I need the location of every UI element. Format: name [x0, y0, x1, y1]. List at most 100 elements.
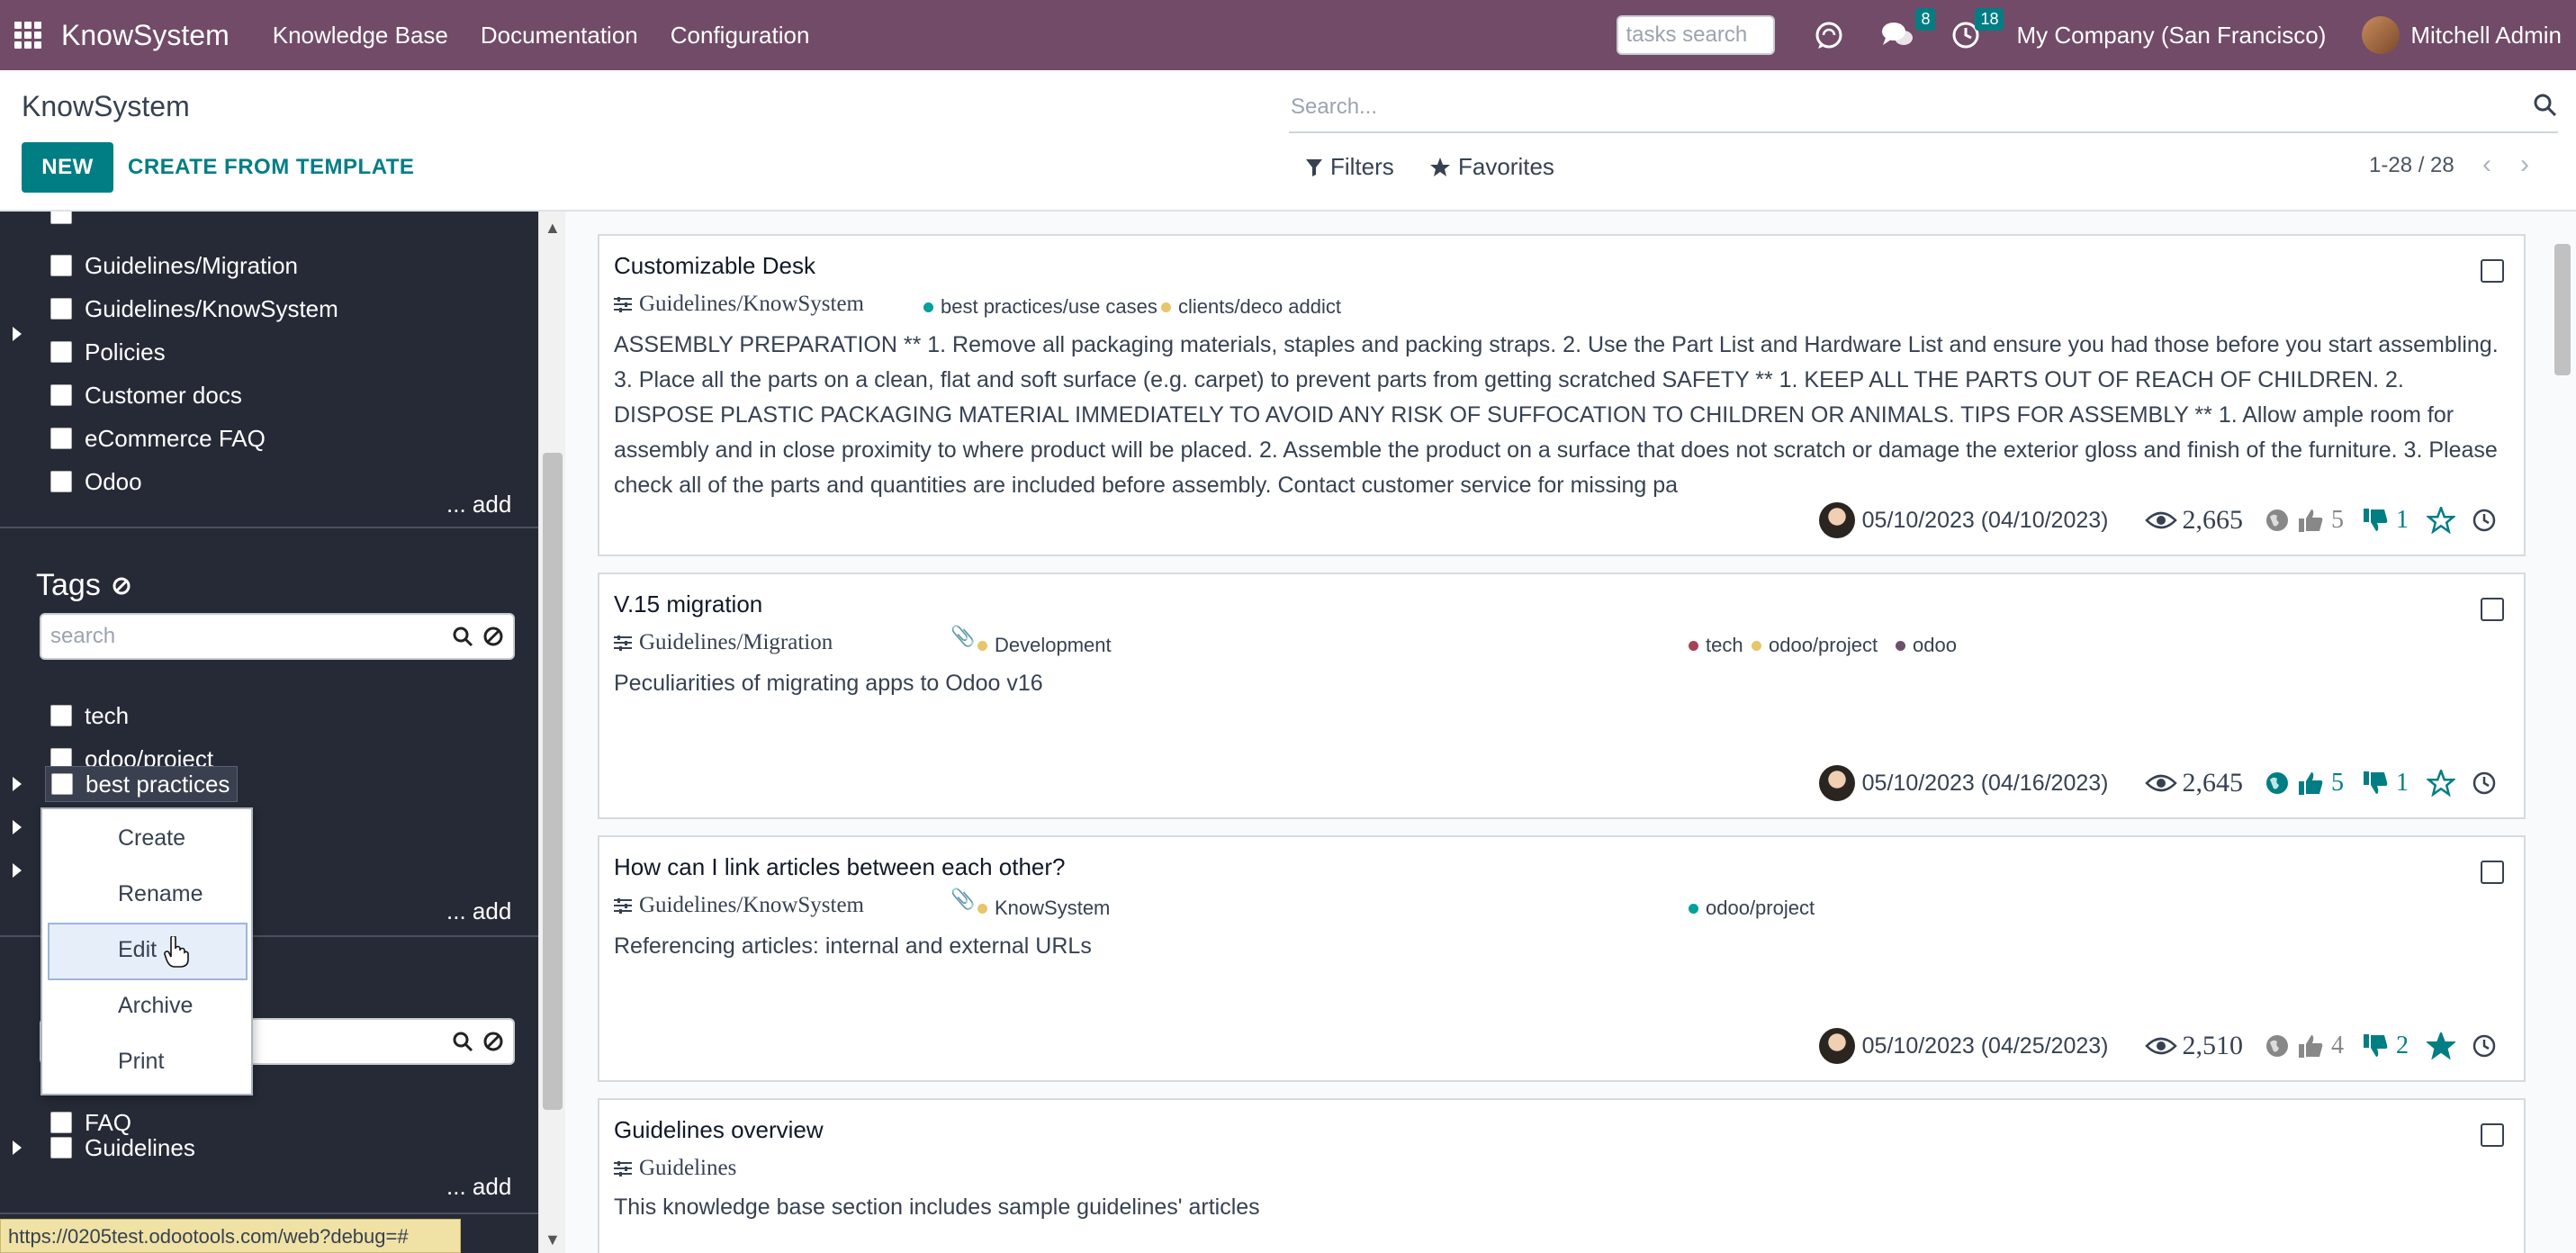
- section-label: eCommerce FAQ: [85, 424, 266, 452]
- tags-search-field[interactable]: search: [40, 613, 515, 660]
- article-card[interactable]: How can I link articles between each oth…: [598, 835, 2526, 1082]
- pager-value[interactable]: 1-28 / 28: [2369, 153, 2454, 178]
- tags-section-title: Tags: [36, 568, 131, 603]
- like-icon[interactable]: [2297, 1033, 2324, 1059]
- article-card[interactable]: V.15 migration Guidelines/Migration 📎 De…: [598, 572, 2526, 819]
- globe-icon: [2265, 1033, 2290, 1059]
- expand-caret-icon[interactable]: [13, 820, 22, 834]
- sidebar-section-customer-docs[interactable]: Customer docs: [50, 377, 242, 413]
- search-icon[interactable]: [2533, 93, 2558, 122]
- apps-menu-icon[interactable]: [14, 22, 41, 49]
- messages-icon[interactable]: 8: [1879, 8, 1936, 53]
- sidebar-section-partial[interactable]: [50, 212, 85, 231]
- section-label: Customer docs: [85, 381, 242, 409]
- search-icon[interactable]: [452, 1031, 473, 1052]
- article-title[interactable]: V.15 migration: [614, 590, 762, 618]
- history-clock-icon[interactable]: [2472, 771, 2497, 796]
- section-checkbox[interactable]: [50, 428, 72, 449]
- context-menu-edit[interactable]: Edit: [118, 937, 157, 963]
- tags-search-input[interactable]: search: [50, 624, 443, 649]
- search-input[interactable]: Search...: [1289, 95, 2533, 120]
- menu-knowledge-base[interactable]: Knowledge Base: [273, 22, 448, 50]
- expand-caret-icon[interactable]: [13, 327, 22, 341]
- sidebar-section-policies-row[interactable]: Policies: [50, 334, 166, 370]
- menu-configuration[interactable]: Configuration: [671, 22, 810, 50]
- section-checkbox[interactable]: [50, 255, 72, 276]
- type-checkbox[interactable]: [50, 1137, 72, 1158]
- article-title[interactable]: Guidelines overview: [614, 1116, 824, 1144]
- like-icon[interactable]: [2297, 508, 2324, 533]
- dislike-icon[interactable]: [2362, 508, 2389, 533]
- sidebar-scrollbar[interactable]: ▲ ▼: [538, 212, 565, 1253]
- pager-next-icon[interactable]: ›: [2520, 149, 2529, 180]
- article-card[interactable]: Guidelines overview Guidelines This know…: [598, 1098, 2526, 1253]
- tag-dot: [1689, 903, 1698, 914]
- new-button[interactable]: NEW: [22, 142, 113, 193]
- article-title[interactable]: Customizable Desk: [614, 252, 815, 280]
- article-select-checkbox[interactable]: [2481, 861, 2504, 884]
- article-select-checkbox[interactable]: [2481, 598, 2504, 621]
- favorites-toggle[interactable]: Favorites: [1429, 153, 1554, 181]
- dislike-icon[interactable]: [2362, 1033, 2389, 1059]
- sidebar-type-guidelines[interactable]: Guidelines: [50, 1130, 195, 1166]
- history-clock-icon[interactable]: [2472, 1033, 2497, 1059]
- section-checkbox[interactable]: [50, 384, 72, 406]
- activities-icon[interactable]: 18: [1948, 8, 2004, 53]
- scroll-up-icon[interactable]: ▲: [545, 219, 561, 238]
- expand-caret-icon[interactable]: [13, 863, 22, 878]
- like-icon[interactable]: [2297, 771, 2324, 796]
- tasks-search-input[interactable]: tasks search: [1617, 15, 1776, 55]
- tag-label: clients/deco addict: [1178, 295, 1341, 318]
- menu-documentation[interactable]: Documentation: [481, 22, 638, 50]
- article-card[interactable]: Customizable Desk Guidelines/KnowSystem …: [598, 234, 2526, 556]
- sidebar-section-odoo[interactable]: Odoo: [50, 464, 142, 500]
- sidebar-tag-tech[interactable]: tech: [50, 698, 129, 734]
- favorite-star-icon[interactable]: [2427, 1032, 2455, 1059]
- section-checkbox[interactable]: [50, 471, 72, 492]
- expand-caret-icon[interactable]: [13, 1140, 22, 1155]
- search-bar[interactable]: Search...: [1289, 83, 2558, 133]
- main-scrollbar[interactable]: [2549, 212, 2576, 1253]
- context-menu-rename[interactable]: Rename: [118, 881, 203, 907]
- eye-icon: [2144, 511, 2177, 529]
- favorite-star-icon[interactable]: [2427, 507, 2455, 534]
- section-checkbox[interactable]: [50, 298, 72, 320]
- clear-search-icon[interactable]: [482, 1031, 504, 1052]
- context-menu-print[interactable]: Print: [118, 1049, 164, 1075]
- add-type-link[interactable]: ... add: [446, 1173, 511, 1201]
- discuss-icon[interactable]: [1811, 17, 1847, 53]
- user-menu[interactable]: Mitchell Admin: [2410, 22, 2562, 50]
- favorite-star-icon[interactable]: [2427, 770, 2455, 797]
- clear-search-icon[interactable]: [482, 626, 504, 647]
- create-from-template-button[interactable]: CREATE FROM TEMPLATE: [128, 142, 414, 193]
- article-title[interactable]: How can I link articles between each oth…: [614, 853, 1066, 881]
- add-tag-link[interactable]: ... add: [446, 897, 511, 925]
- filters-toggle[interactable]: Filters: [1305, 153, 1394, 181]
- company-switcher[interactable]: My Company (San Francisco): [2016, 22, 2326, 50]
- article-select-checkbox[interactable]: [2481, 1123, 2504, 1147]
- article-select-checkbox[interactable]: [2481, 259, 2504, 283]
- tag-checkbox[interactable]: [51, 773, 73, 795]
- sidebar-section-ecommerce-faq[interactable]: eCommerce FAQ: [50, 420, 266, 456]
- sidebar-section-guidelines-migration[interactable]: Guidelines/Migration: [50, 248, 298, 284]
- user-avatar[interactable]: [2362, 16, 2400, 54]
- main-scroll-thumb[interactable]: [2554, 244, 2571, 375]
- section-checkbox[interactable]: [50, 341, 72, 363]
- scroll-down-icon[interactable]: ▼: [545, 1230, 561, 1249]
- context-menu-archive[interactable]: Archive: [118, 993, 193, 1019]
- history-clock-icon[interactable]: [2472, 508, 2497, 533]
- clear-tags-icon[interactable]: [112, 576, 131, 596]
- expand-caret-icon[interactable]: [13, 777, 22, 791]
- search-icon[interactable]: [452, 626, 473, 647]
- add-section-link[interactable]: ... add: [446, 491, 511, 518]
- sidebar-tag-best-practices[interactable]: best practices: [45, 766, 239, 802]
- sidebar-section-guidelines-knowsystem[interactable]: Guidelines/KnowSystem: [50, 291, 338, 327]
- section-checkbox[interactable]: [50, 212, 72, 224]
- context-menu-create[interactable]: Create: [118, 825, 185, 852]
- sidebar-scroll-thumb[interactable]: [543, 453, 563, 1110]
- tag-checkbox[interactable]: [50, 705, 72, 726]
- dislike-icon[interactable]: [2362, 771, 2389, 796]
- app-brand[interactable]: KnowSystem: [61, 19, 230, 52]
- section-name: Guidelines/Migration: [639, 630, 833, 654]
- pager-previous-icon[interactable]: ‹: [2482, 149, 2491, 180]
